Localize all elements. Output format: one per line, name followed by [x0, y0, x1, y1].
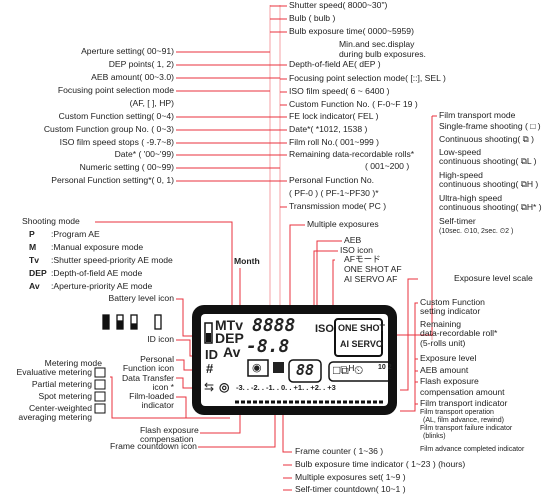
dep-points-label: DEP points( 1, 2) — [108, 59, 174, 69]
bulb-time-label: Bulb exposure time( 0000~5959) — [289, 26, 414, 36]
mode-symbol-tv: Tv — [29, 255, 40, 265]
self-timer-values: (10sec. ⏲10, 2sec. ⏲2 ) — [439, 228, 514, 235]
mode-symbol-p: P — [29, 229, 35, 239]
date-label: Date* ( '00~'99) — [114, 149, 174, 159]
flash-amount-label: Flash exposure — [420, 376, 479, 386]
lcd-frame-counter: 88 — [296, 361, 315, 379]
battery-level-label: Battery level icon — [108, 293, 174, 303]
mode-desc-av: :Aperture-priority AE mode — [51, 281, 153, 291]
shooting-mode-title: Shooting mode — [22, 216, 80, 226]
lcd-sub-digits: -8.8 — [246, 336, 290, 357]
spot-metering-label: Spot metering — [38, 391, 92, 401]
cf-group-label: Custom Function group No. ( 0~3) — [43, 124, 174, 134]
dof-ae-label: Depth-of-field AE( dEP ) — [289, 59, 381, 69]
aeb-amount-label: AEB amount( 00~3.0) — [91, 72, 174, 82]
date-top-label: Date*( *1012, 1538 ) — [289, 124, 368, 134]
multiple-exposures-label: Multiple exposures — [307, 219, 379, 229]
drive-mode-icons: □⧉ᴴ⏲ — [333, 363, 364, 377]
low-speed-label-2: continuous shooting( ⧉L ) — [439, 156, 537, 166]
lcd-one-shot: ONE SHOT — [338, 323, 386, 333]
self-timer-label: Self-timer — [439, 216, 476, 226]
evaluative-metering-label: Evaluative metering — [16, 367, 92, 377]
film-roll-label: Film roll No.( 001~999 ) — [289, 137, 380, 147]
lcd-main-digits: 8888 — [252, 315, 296, 336]
id-icon-label: ID icon — [147, 334, 174, 344]
mode-desc-m: :Manual exposure mode — [51, 242, 144, 252]
remaining-rolls-label: Remaining data-recordable rolls* — [289, 149, 415, 159]
lcd-exposure-scale: -3. . -2. . -1. . 0. . +1. . +2. . +3 — [236, 383, 336, 392]
focusing-mode-values: (AF, [ ], HP) — [129, 98, 174, 108]
ultra-speed-label-2: continuous shooting( ⧉H* ) — [439, 202, 542, 212]
shutter-speed-label: Shutter speed( 8000~30") — [289, 0, 388, 10]
mode-desc-tv: :Shutter speed-priority AE mode — [51, 255, 173, 265]
mode-symbol-av: Av — [29, 281, 40, 291]
remaining-rolls-range: ( 001~200 ) — [365, 161, 410, 171]
ai-servo-af-label: AI SERVO AF — [344, 274, 398, 284]
continuous-label: Continuous shooting( ⧉ ) — [439, 134, 534, 144]
exposure-level-label: Exposure level — [420, 353, 477, 363]
lcd-personal-function-icon: # — [206, 361, 214, 376]
exposure-scale-label: Exposure level scale — [454, 273, 533, 283]
fe-lock-label: FE lock indicator( FEL ) — [289, 111, 379, 121]
mode-desc-p: :Program AE — [51, 229, 100, 239]
focusing-mode-label: Focusing point selection mode — [57, 85, 174, 95]
partial-metering-label: Partial metering — [31, 379, 92, 389]
mode-symbol-dep: DEP — [29, 268, 47, 278]
lcd-iso-icon: ISO — [315, 323, 334, 335]
metering-icon: ◉ — [252, 362, 262, 374]
mode-symbol-m: M — [29, 242, 37, 252]
film-transport-indicator-label: Film transport indicator — [420, 398, 508, 408]
frame-countdown-label: Frame countdown icon — [110, 441, 197, 451]
data-transfer-icon: ⇆ — [204, 380, 215, 394]
film-sub-1: Film transport operation — [420, 409, 494, 416]
month-label: Month — [234, 256, 260, 266]
film-transport-title: Film transport mode — [439, 110, 516, 120]
focusing-mode-top-label: Focusing point selection mode( [::], SEL… — [289, 73, 446, 83]
metering-icons — [94, 367, 106, 414]
personal-function-setting-label: Personal Function setting*( 0, 1) — [51, 175, 174, 185]
center-weighted-label-2: averaging metering — [18, 412, 92, 422]
transmission-mode-label: Transmission mode( PC ) — [289, 201, 387, 211]
film-sub-2: (AL, film advance, rewind) — [423, 417, 504, 424]
frame-counter-label: Frame counter ( 1~36 ) — [295, 446, 384, 456]
multiple-set-label: Multiple exposures set( 1~9 ) — [295, 472, 406, 482]
lcd-timer-values: 10 2 — [378, 364, 392, 371]
bulb-label: Bulb ( bulb ) — [289, 13, 336, 23]
cf-setting-label: Custom Function setting( 0~4) — [58, 111, 174, 121]
single-frame-label: Single-frame shooting ( □ ) — [439, 121, 541, 131]
film-loaded-label-2: indicator — [141, 400, 174, 410]
flash-amount-label-2: compensation amount — [420, 387, 505, 397]
mode-desc-dep: :Depth-of-field AE mode — [51, 268, 143, 278]
aeb-amount-right-label: AEB amount — [420, 365, 469, 375]
pf-number-label: Personal Function No. — [289, 175, 375, 185]
lcd-mode-av: Av — [223, 344, 241, 360]
bulb-hours-label: Bulb exposure time indicator ( 1~23 ) (h… — [295, 459, 466, 469]
battery-icons — [102, 314, 162, 330]
film-loaded-icon: ◎ — [219, 380, 230, 394]
film-sub-4: (blinks) — [423, 433, 446, 440]
iso-stops-label: ISO film speed stops ( -9.7~8) — [59, 137, 174, 147]
cf-indicator-label-2: setting indicator — [420, 306, 481, 316]
iso-speed-label: ISO film speed( 6 ~ 6400 ) — [289, 86, 390, 96]
lcd-ai-servo: AI SERVO — [340, 339, 383, 349]
pf-number-range: ( PF-0 ) ( PF-1~PF30 )* — [289, 188, 379, 198]
remaining-roll-label-3: (5-rolls unit) — [420, 338, 466, 348]
film-sub-3: Film transport failure indicator — [420, 425, 513, 432]
high-speed-label-2: continuous shooting( ⧉H ) — [439, 179, 539, 189]
numeric-setting-label: Numeric setting ( 00~99) — [79, 162, 174, 172]
aperture-setting-label: Aperture setting( 00~91) — [81, 46, 174, 56]
film-advance-done-label: Film advance completed indicator — [420, 446, 525, 453]
cf-number-label: Custom Function No. ( F-0~F 19 ) — [289, 99, 418, 109]
self-timer-countdown-label: Self-timer countdown( 10~1 ) — [295, 484, 406, 494]
